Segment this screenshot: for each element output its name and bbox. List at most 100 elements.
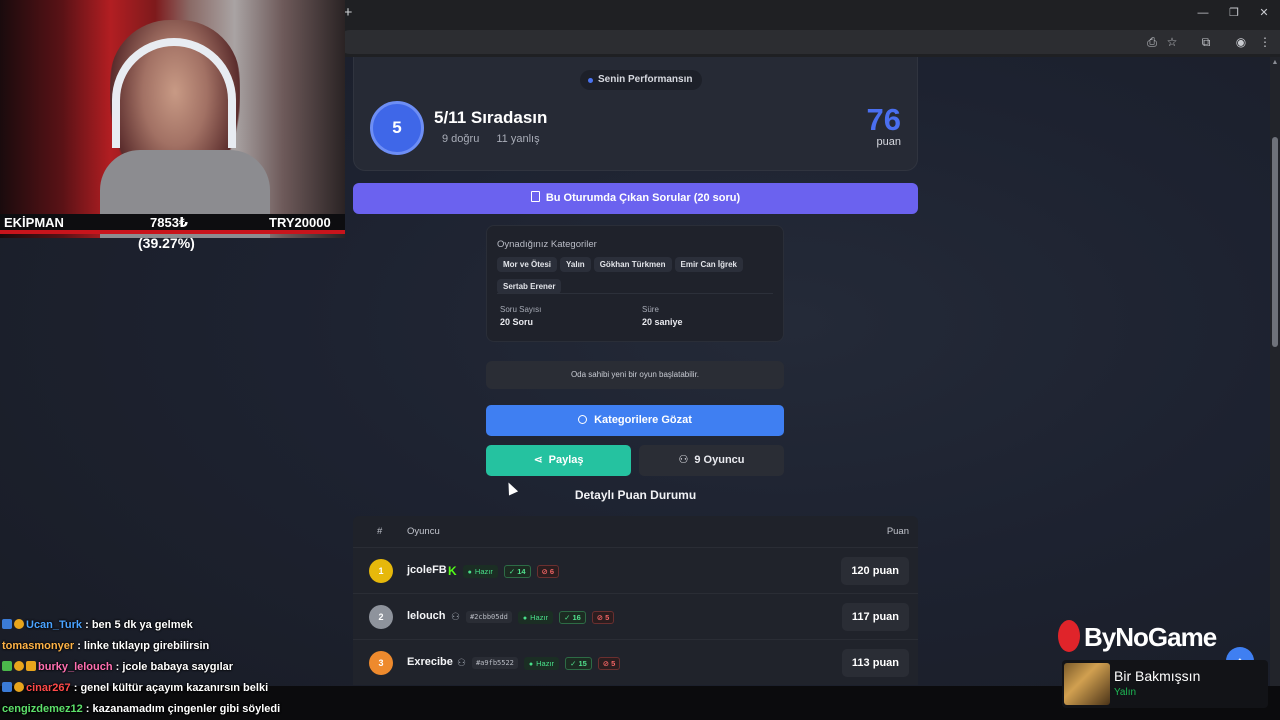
correct-badge: ✓ 15	[565, 656, 592, 670]
performance-card: Senin Performansın 5 5/11 Sıradasın 9 do…	[353, 57, 918, 171]
page-scrollbar[interactable]: ▲ ▼	[1270, 57, 1280, 720]
player-tag: #2cbb05dd	[465, 611, 512, 623]
chat-username: burky_lelouch	[38, 661, 113, 673]
header-score: Puan	[886, 526, 909, 537]
category-chip: Yalın	[560, 257, 591, 272]
player-score-cell: 120 puan	[841, 557, 909, 585]
player-meta: K Hazır ✓ 14 ⊘ 6	[448, 563, 560, 579]
wrong-count: 6	[549, 566, 555, 576]
browser-menu-icon[interactable]: ⋮	[1257, 33, 1273, 51]
chat-username: Ucan_Turk	[26, 619, 83, 631]
categories-title: Oynadığınız Kategoriler	[497, 239, 597, 250]
album-art	[1064, 663, 1110, 705]
user-icon: ⚇	[457, 657, 466, 669]
badge-icon	[2, 682, 12, 692]
wrong-count: 5	[611, 658, 616, 668]
ready-badge: Hazır	[517, 610, 554, 624]
close-window-button[interactable]: ✕	[1252, 4, 1276, 22]
rank-medal: 2	[369, 605, 393, 629]
players-button[interactable]: ⚇ 9 Oyuncu	[639, 445, 784, 476]
goal-percent: (39.27%)	[138, 235, 195, 251]
category-chip: Gökhan Türkmen	[593, 257, 672, 272]
player-tag: #a9fb5522	[471, 657, 518, 669]
chat-text: : kazanamadım çingenler gibi söyledi	[85, 703, 281, 715]
kick-logo-icon: K	[448, 564, 457, 578]
chat-text: : genel kültür açayım kazanırsın belki	[73, 682, 269, 694]
stream-chat: Ucan_Turk : ben 5 dk ya gelmek tomasmony…	[0, 614, 345, 720]
category-chip: Sertab Erener	[497, 279, 562, 294]
document-icon	[530, 191, 540, 202]
table-row[interactable]: 3 Exrecibe ⚇ #a9fb5522 Hazır ✓ 15 ⊘ 5 11…	[353, 639, 918, 685]
address-bar[interactable]: ⎙ ☆	[338, 30, 1280, 54]
extensions-icon[interactable]: ⧉	[1198, 33, 1214, 51]
player-name: jcoleFB	[407, 564, 447, 576]
sub-badge-icon	[14, 661, 24, 671]
players-label: 9 Oyuncu	[694, 454, 745, 466]
player-score-cell: 117 puan	[841, 603, 909, 631]
wrong-badge: ⊘ 5	[591, 610, 615, 624]
chat-username: tomasmonyer	[2, 640, 75, 652]
profile-icon[interactable]: ◉	[1233, 33, 1249, 51]
install-app-icon[interactable]: ⎙	[1144, 33, 1160, 51]
player-name: lelouch	[407, 610, 446, 622]
chat-message: cengizdemez12 : kazanamadım çingenler gi…	[2, 703, 280, 715]
wrong-badge: ⊘ 6	[536, 564, 560, 578]
sub-badge-icon	[14, 682, 24, 692]
badge-icon	[2, 619, 12, 629]
goal-amount: 7853₺	[150, 215, 188, 230]
bookmark-star-icon[interactable]: ☆	[1164, 33, 1180, 51]
sub-badge-icon	[14, 619, 24, 629]
song-artist: Yalın	[1114, 687, 1137, 698]
goal-left-label: EKİPMAN	[4, 215, 64, 230]
performance-pill: Senin Performansın	[580, 70, 703, 90]
duration-label: Süre	[642, 305, 659, 314]
wrong-badge: ⊘ 5	[597, 656, 621, 670]
minimize-button[interactable]: —	[1191, 4, 1215, 22]
chat-text: : ben 5 dk ya gelmek	[85, 619, 193, 631]
correct-count: 14	[517, 566, 526, 576]
share-label: Paylaş	[548, 454, 584, 466]
rank-medal: 3	[369, 651, 393, 675]
correct-badge: ✓ 14	[503, 564, 531, 578]
category-chip: Emir Can İğrek	[674, 257, 743, 272]
wrong-count: 5	[605, 612, 610, 622]
chat-message: cinar267 : genel kültür açayım kazanırsı…	[2, 682, 268, 694]
table-row[interactable]: 1 jcoleFB K Hazır ✓ 14 ⊘ 6 120 puan	[353, 547, 918, 593]
chat-username: cinar267	[26, 682, 71, 694]
correct-count: 16	[572, 612, 581, 622]
question-count-value: 20 Soru	[500, 317, 534, 327]
song-title: Bir Bakmışsın	[1114, 668, 1201, 684]
category-chip-list: Mor ve Ötesi Yalın Gökhan Türkmen Emir Can …	[497, 254, 777, 298]
session-questions-label: Bu Oturumda Çıkan Sorular (20 soru)	[545, 192, 741, 204]
wrong-count: 11 yanlış	[496, 133, 540, 145]
divider	[497, 293, 773, 294]
user-icon: ⚇	[678, 454, 689, 466]
performance-pill-label: Senin Performansın	[598, 74, 693, 85]
share-button[interactable]: ⋖ Paylaş	[486, 445, 631, 476]
player-meta: ⚇ #2cbb05dd Hazır ✓ 16 ⊘ 5	[451, 609, 615, 625]
browse-categories-button[interactable]: Kategorilere Gözat	[486, 405, 784, 436]
browse-categories-label: Kategorilere Gözat	[594, 414, 692, 426]
correct-badge: ✓ 16	[559, 610, 586, 624]
now-playing-card: Bir Bakmışsın Yalın	[1062, 660, 1268, 708]
restore-button[interactable]: ❐	[1222, 4, 1246, 22]
goal-target: TRY20000	[269, 215, 331, 230]
header-player: Oyuncu	[407, 526, 440, 537]
rank-badge: 5	[370, 101, 424, 155]
session-questions-button[interactable]: Bu Oturumda Çıkan Sorular (20 soru)	[353, 183, 918, 214]
rank-summary: 9 doğru 11 yanlış	[442, 133, 554, 145]
status-dot-icon	[588, 78, 593, 83]
rank-title: 5/11 Sıradasın	[434, 108, 548, 127]
scroll-up-arrow-icon[interactable]: ▲	[1271, 59, 1279, 67]
table-header: # Oyuncu Puan	[353, 516, 918, 547]
chat-message: Ucan_Turk : ben 5 dk ya gelmek	[2, 619, 193, 631]
bynogame-logo: ByNoGame	[1058, 620, 1248, 660]
webcam-overlay: EKİPMAN 7853₺ TRY20000	[0, 0, 345, 238]
gift-badge-icon	[26, 661, 36, 671]
scrollbar-thumb[interactable]	[1272, 137, 1278, 347]
scoreboard-title: Detaylı Puan Durumu	[574, 488, 697, 502]
player-meta: ⚇ #a9fb5522 Hazır ✓ 15 ⊘ 5	[457, 655, 621, 671]
table-row[interactable]: 2 lelouch ⚇ #2cbb05dd Hazır ✓ 16 ⊘ 5 117…	[353, 593, 918, 639]
chat-text: : jcole babaya saygılar	[115, 661, 234, 673]
bynogame-logo-text: ByNoGame	[1084, 622, 1217, 652]
